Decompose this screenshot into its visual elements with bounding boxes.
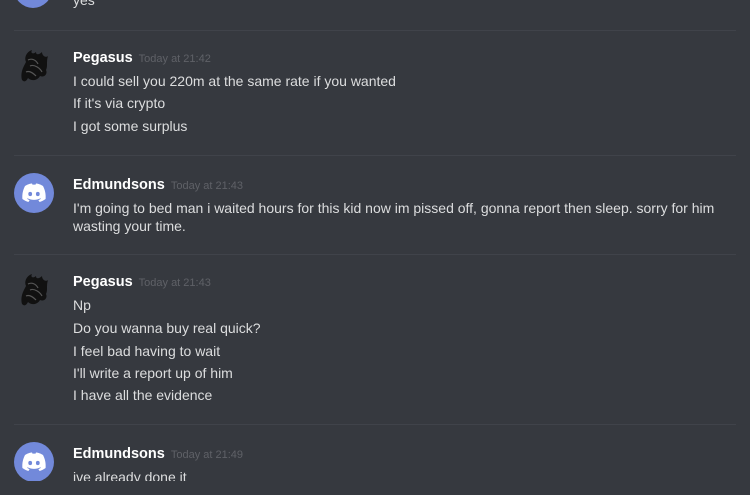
message-author[interactable]: Edmundsons Today at 21:49 — [73, 445, 243, 464]
message-line: wasting your time. — [73, 218, 186, 234]
message-author[interactable]: Pegasus Today at 21:42 — [73, 49, 211, 68]
message-divider — [14, 155, 736, 156]
pegasus-avatar-icon[interactable] — [14, 270, 54, 310]
message-divider — [14, 30, 736, 31]
discord-logo-icon[interactable] — [14, 173, 54, 213]
message-divider — [14, 424, 736, 425]
message-line: If it's via crypto — [73, 95, 166, 111]
message-divider — [14, 254, 736, 255]
author-name[interactable]: Pegasus — [73, 50, 133, 66]
message-line: I have all the evidence — [73, 387, 213, 403]
message-timestamp: Today at 21:49 — [170, 449, 244, 461]
discord-logo-icon[interactable] — [14, 0, 52, 8]
message-line: I'll write a report up of him — [73, 365, 233, 381]
message-line: I feel bad having to wait — [73, 343, 221, 359]
message-line: I got some surplus — [73, 118, 188, 134]
author-name[interactable]: Edmundsons — [73, 446, 165, 462]
message-timestamp: Today at 21:43 — [138, 277, 211, 289]
bottom-fade — [0, 481, 750, 495]
message-author[interactable]: Pegasus Today at 21:43 — [73, 273, 211, 292]
message-line: I'm going to bed man i waited hours for … — [73, 200, 715, 216]
pegasus-avatar-icon[interactable] — [14, 46, 54, 86]
message-line: yes — [73, 0, 95, 8]
message-timestamp: Today at 21:42 — [138, 53, 211, 65]
message-line: Do you wanna buy real quick? — [73, 320, 261, 336]
message-author[interactable]: Edmundsons Today at 21:43 — [73, 176, 243, 195]
chat-messages-pane[interactable]: yes Pegasus Today at 21:42 I could sell y… — [0, 0, 750, 495]
discord-logo-icon[interactable] — [14, 442, 54, 482]
message-line: Np — [73, 297, 91, 313]
message-line: I could sell you 220m at the same rate i… — [73, 73, 396, 89]
partial-message-group: yes — [0, 0, 750, 10]
author-name[interactable]: Edmundsons — [73, 177, 165, 193]
message-timestamp: Today at 21:43 — [170, 180, 244, 192]
author-name[interactable]: Pegasus — [73, 274, 133, 290]
